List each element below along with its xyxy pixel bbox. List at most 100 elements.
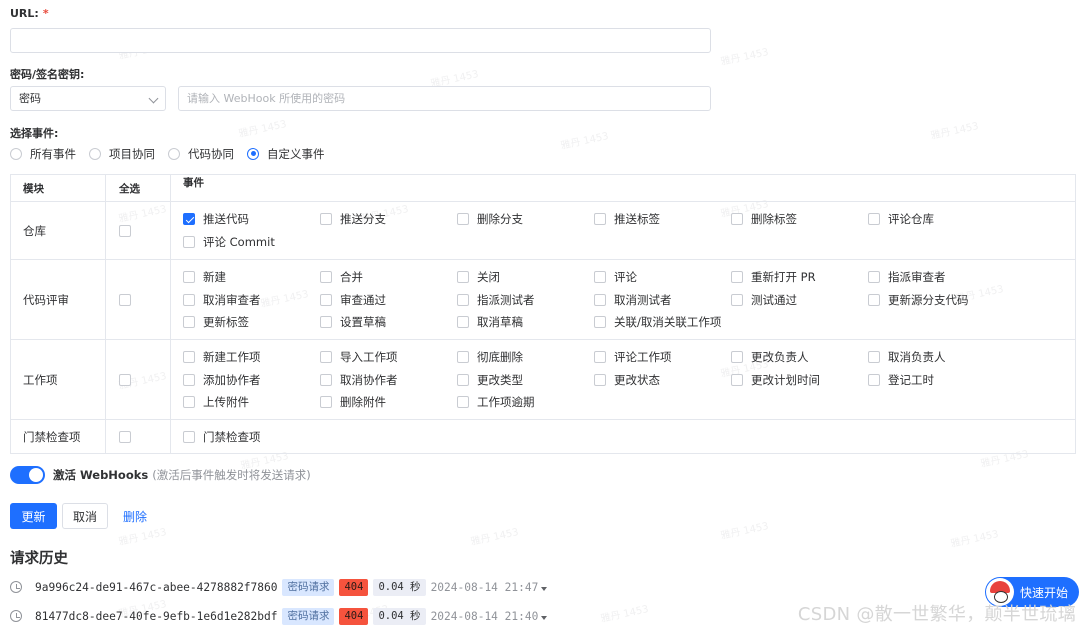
checkbox[interactable] <box>731 374 743 386</box>
checkbox[interactable] <box>868 351 880 363</box>
checkbox[interactable] <box>594 271 606 283</box>
checkbox[interactable] <box>868 374 880 386</box>
event-checkbox-item[interactable]: 评论仓库 <box>868 208 1005 231</box>
select-all-cell <box>106 340 171 419</box>
checkbox[interactable] <box>868 294 880 306</box>
checkbox[interactable] <box>868 213 880 225</box>
table-row: 代码评审新建合并关闭评论重新打开 PR指派审查者取消审查者审查通过指派测试者取消… <box>11 259 1075 339</box>
event-checkbox-item[interactable]: 关联/取消关联工作项 <box>594 311 731 334</box>
history-item[interactable]: 81477dc8-dee7-40fe-9efb-1e6d1e282bdf密码请求… <box>10 607 547 625</box>
checkbox[interactable] <box>731 351 743 363</box>
checkbox[interactable] <box>183 213 195 225</box>
select-all-checkbox[interactable] <box>119 294 131 306</box>
caret-down-icon[interactable] <box>541 587 547 591</box>
event-checkbox-item[interactable]: 删除附件 <box>320 391 457 414</box>
checkbox[interactable] <box>183 271 195 283</box>
checkbox[interactable] <box>320 294 332 306</box>
checkbox[interactable] <box>320 316 332 328</box>
event-checkbox-item[interactable]: 推送代码 <box>183 208 320 231</box>
checkbox[interactable] <box>457 374 469 386</box>
event-checkbox-item[interactable]: 彻底删除 <box>457 346 594 369</box>
checkbox[interactable] <box>457 396 469 408</box>
checkbox[interactable] <box>183 294 195 306</box>
radio-option[interactable]: 项目协同 <box>89 146 155 162</box>
event-checkbox-item[interactable]: 测试通过 <box>731 289 868 312</box>
checkbox[interactable] <box>457 213 469 225</box>
checkbox[interactable] <box>457 316 469 328</box>
checkbox[interactable] <box>183 351 195 363</box>
event-checkbox-item[interactable]: 添加协作者 <box>183 369 320 392</box>
event-checkbox-item[interactable]: 指派测试者 <box>457 289 594 312</box>
checkbox[interactable] <box>320 374 332 386</box>
checkbox[interactable] <box>594 213 606 225</box>
event-checkbox-item[interactable]: 评论 <box>594 266 731 289</box>
event-checkbox-item[interactable]: 新建 <box>183 266 320 289</box>
cancel-button[interactable]: 取消 <box>62 503 108 529</box>
event-checkbox-item[interactable]: 取消审查者 <box>183 289 320 312</box>
event-checkbox-item[interactable]: 更改计划时间 <box>731 369 868 392</box>
event-checkbox-item[interactable]: 更新源分支代码 <box>868 289 1005 312</box>
event-checkbox-item[interactable]: 设置草稿 <box>320 311 457 334</box>
checkbox[interactable] <box>320 396 332 408</box>
event-checkbox-item[interactable]: 更改状态 <box>594 369 731 392</box>
checkbox[interactable] <box>320 351 332 363</box>
status-badge: 404 <box>339 579 368 596</box>
event-checkbox-item[interactable]: 关闭 <box>457 266 594 289</box>
select-all-checkbox[interactable] <box>119 431 131 443</box>
event-checkbox-item[interactable]: 取消负责人 <box>868 346 1005 369</box>
checkbox[interactable] <box>594 351 606 363</box>
checkbox[interactable] <box>731 294 743 306</box>
checkbox[interactable] <box>457 351 469 363</box>
delete-button[interactable]: 删除 <box>117 503 153 529</box>
event-checkbox-item[interactable]: 导入工作项 <box>320 346 457 369</box>
caret-down-icon[interactable] <box>541 616 547 620</box>
checkbox[interactable] <box>320 271 332 283</box>
activate-toggle[interactable] <box>10 466 45 484</box>
radio-option[interactable]: 代码协同 <box>168 146 234 162</box>
event-checkbox-item[interactable]: 重新打开 PR <box>731 266 868 289</box>
event-checkbox-item[interactable]: 上传附件 <box>183 391 320 414</box>
event-checkbox-item[interactable]: 更改类型 <box>457 369 594 392</box>
event-checkbox-item[interactable]: 取消协作者 <box>320 369 457 392</box>
event-checkbox-item[interactable]: 合并 <box>320 266 457 289</box>
event-checkbox-item[interactable]: 工作项逾期 <box>457 391 594 414</box>
checkbox[interactable] <box>320 213 332 225</box>
event-checkbox-item[interactable]: 指派审查者 <box>868 266 1005 289</box>
update-button[interactable]: 更新 <box>10 503 57 529</box>
history-item[interactable]: 9a996c24-de91-467c-abee-4278882f7860密码请求… <box>10 578 547 596</box>
event-checkbox-item[interactable]: 推送标签 <box>594 208 731 231</box>
checkbox[interactable] <box>594 294 606 306</box>
checkbox[interactable] <box>731 213 743 225</box>
checkbox[interactable] <box>868 271 880 283</box>
checkbox[interactable] <box>457 294 469 306</box>
secret-type-select[interactable]: 密码 <box>10 86 166 111</box>
event-checkbox-item[interactable]: 删除标签 <box>731 208 868 231</box>
checkbox[interactable] <box>183 236 195 248</box>
checkbox[interactable] <box>183 431 195 443</box>
event-checkbox-item[interactable]: 取消草稿 <box>457 311 594 334</box>
checkbox[interactable] <box>183 374 195 386</box>
radio-option[interactable]: 自定义事件 <box>247 146 325 162</box>
event-checkbox-item[interactable]: 新建工作项 <box>183 346 320 369</box>
event-checkbox-item[interactable]: 取消测试者 <box>594 289 731 312</box>
checkbox[interactable] <box>594 374 606 386</box>
select-all-checkbox[interactable] <box>119 225 131 237</box>
checkbox[interactable] <box>183 316 195 328</box>
select-all-checkbox[interactable] <box>119 374 131 386</box>
event-checkbox-item[interactable]: 更改负责人 <box>731 346 868 369</box>
secret-input[interactable]: 请输入 WebHook 所使用的密码 <box>178 86 711 111</box>
event-checkbox-item[interactable]: 登记工时 <box>868 369 1005 392</box>
event-checkbox-item[interactable]: 门禁检查项 <box>183 426 320 449</box>
checkbox[interactable] <box>731 271 743 283</box>
checkbox[interactable] <box>183 396 195 408</box>
checkbox[interactable] <box>457 271 469 283</box>
event-checkbox-item[interactable]: 审查通过 <box>320 289 457 312</box>
radio-option[interactable]: 所有事件 <box>10 146 76 162</box>
event-checkbox-item[interactable]: 评论工作项 <box>594 346 731 369</box>
event-checkbox-item[interactable]: 删除分支 <box>457 208 594 231</box>
event-checkbox-item[interactable]: 更新标签 <box>183 311 320 334</box>
event-checkbox-item[interactable]: 推送分支 <box>320 208 457 231</box>
checkbox[interactable] <box>594 316 606 328</box>
event-checkbox-item[interactable]: 评论 Commit <box>183 231 320 254</box>
url-input[interactable] <box>10 28 711 53</box>
